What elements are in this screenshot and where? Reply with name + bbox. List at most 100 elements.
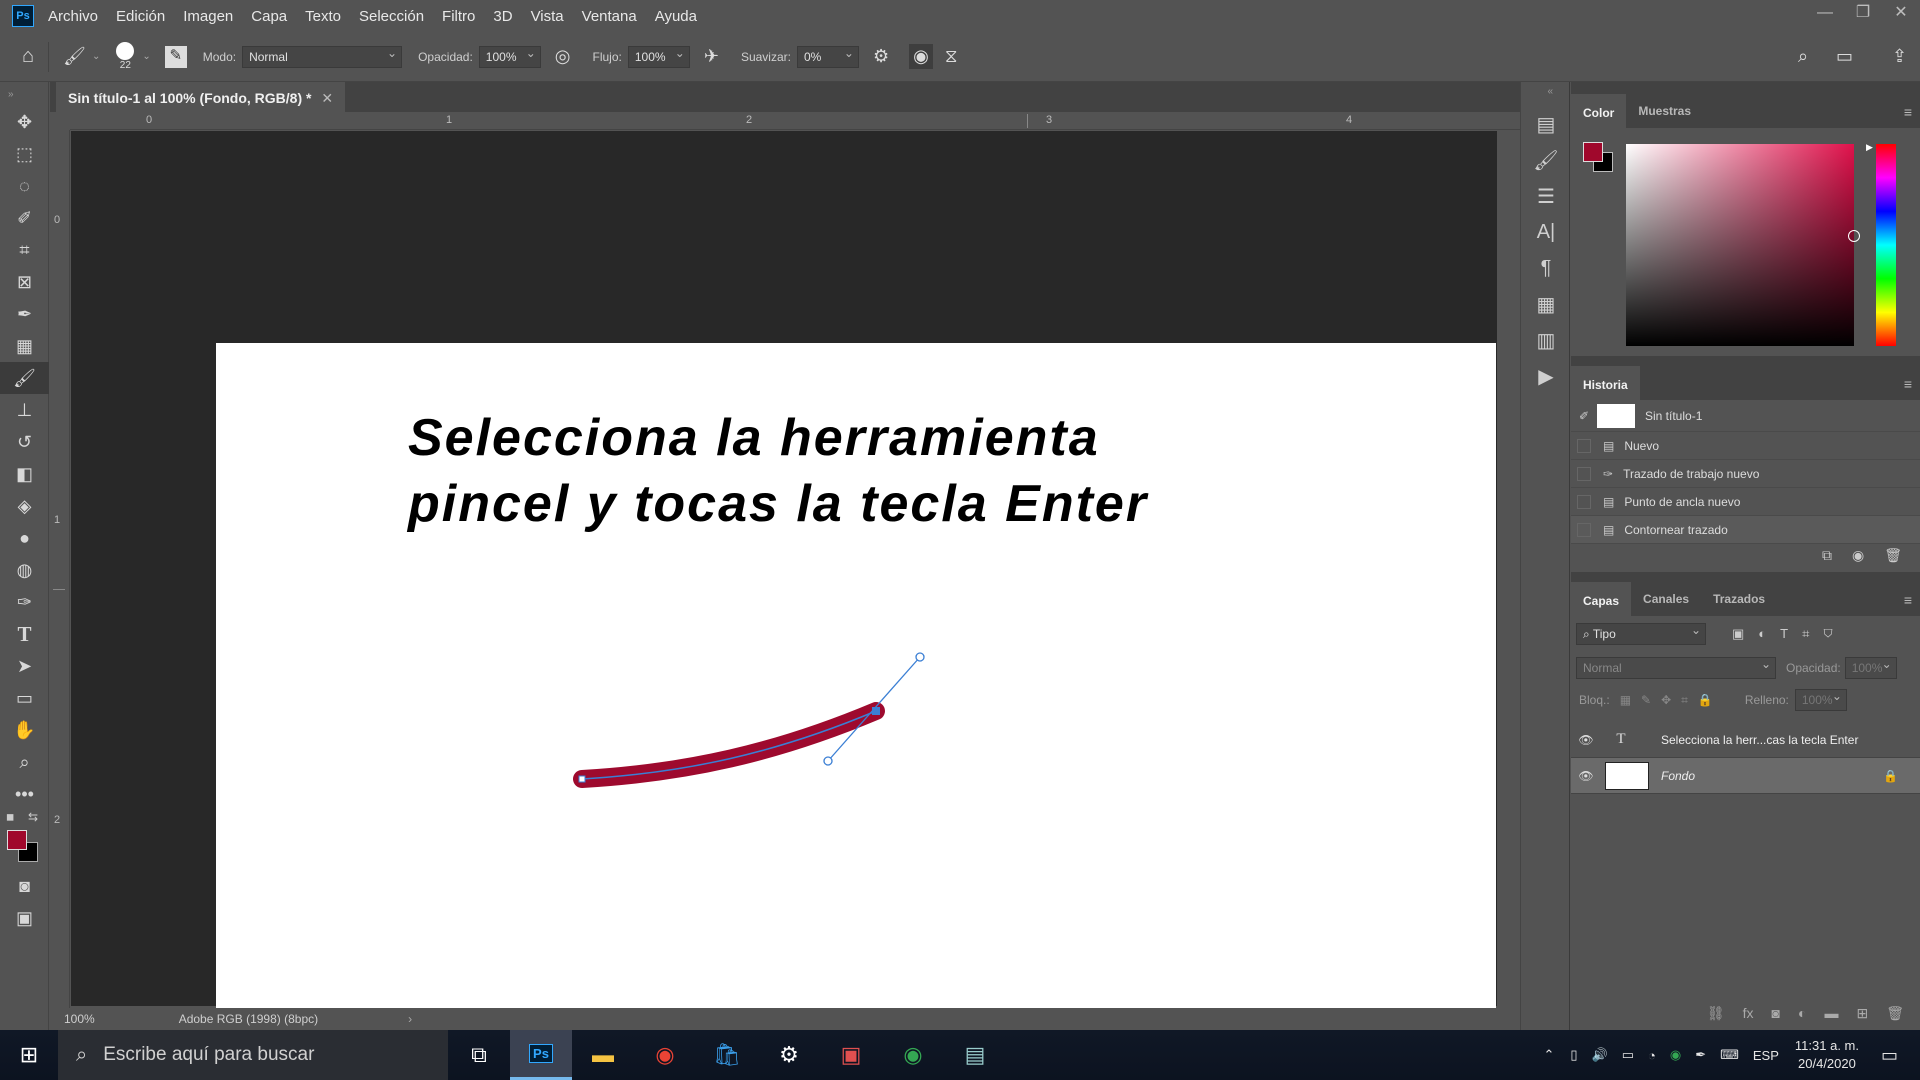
menu-ayuda[interactable]: Ayuda <box>655 8 697 25</box>
fx-icon[interactable]: fx <box>1743 1005 1754 1022</box>
quick-mask-icon[interactable]: ◙ <box>0 870 49 902</box>
panel-menu-icon[interactable]: ≡ <box>1904 376 1912 392</box>
adjustments-icon[interactable]: ☰ <box>1521 178 1571 214</box>
swap-colors-icon[interactable]: ⇆ <box>28 810 38 824</box>
clone-stamp-tool-icon[interactable]: ⊥ <box>0 394 49 426</box>
close-tab-icon[interactable]: ✕ <box>321 90 333 106</box>
chrome-icon[interactable]: ◉ <box>1670 1047 1681 1063</box>
chevron-down-icon[interactable]: ⌄ <box>142 51 150 62</box>
menu-capa[interactable]: Capa <box>251 8 287 25</box>
document-tab[interactable]: Sin título-1 al 100% (Fondo, RGB/8) * ✕ <box>56 82 346 112</box>
marquee-tool-icon[interactable]: ⬚ <box>0 138 49 170</box>
history-source-checkbox[interactable] <box>1577 466 1591 481</box>
path-selection-tool-icon[interactable]: ➤ <box>0 650 49 682</box>
language-indicator[interactable]: ESP <box>1753 1048 1779 1063</box>
history-brush-tool-icon[interactable]: ↺ <box>0 426 49 458</box>
lock-icon[interactable]: 🔒 <box>1883 769 1898 783</box>
layer-row[interactable]: 👁 T Selecciona la herr...cas la tecla En… <box>1571 722 1920 758</box>
default-colors-icon[interactable]: ◼ <box>6 812 14 823</box>
document-canvas[interactable]: Selecciona la herramienta pincel y tocas… <box>216 343 1496 1063</box>
trash-icon[interactable]: 🗑 <box>1884 547 1902 564</box>
notes-icon[interactable]: ▥ <box>1521 322 1571 358</box>
taskbar-search[interactable]: ⌕ Escribe aquí para buscar <box>58 1030 448 1080</box>
libraries-icon[interactable]: ▤ <box>1521 106 1571 142</box>
tab-color[interactable]: Color <box>1571 94 1627 128</box>
keyboard-icon[interactable]: ⌨ <box>1720 1047 1739 1063</box>
history-item[interactable]: ✑ Trazado de trabajo nuevo <box>1571 460 1920 488</box>
more-tools-icon[interactable]: ••• <box>0 778 49 810</box>
blend-mode-select[interactable]: Normal <box>1576 657 1776 679</box>
type-tool-icon[interactable]: T <box>0 618 49 650</box>
frame-tool-icon[interactable]: ⊠ <box>0 266 49 298</box>
hue-slider[interactable] <box>1876 144 1896 346</box>
layer-opacity-input[interactable]: 100% <box>1844 657 1897 679</box>
layer-name[interactable]: Selecciona la herr...cas la tecla Enter <box>1661 733 1858 747</box>
store-icon[interactable]: 🛍 <box>696 1030 758 1080</box>
layer-row[interactable]: 👁 Fondo 🔒 <box>1571 758 1920 794</box>
history-item[interactable]: ▤ Contornear trazado <box>1571 516 1920 544</box>
mask-icon[interactable]: ◙ <box>1772 1005 1780 1022</box>
color-field[interactable] <box>1626 144 1860 346</box>
notifications-icon[interactable]: ▭ <box>1881 1045 1898 1066</box>
history-snapshot[interactable]: ✐ Sin título-1 <box>1571 400 1920 432</box>
brush-tool-icon[interactable]: 🖌 <box>0 362 49 394</box>
file-explorer-icon[interactable]: ▬ <box>572 1030 634 1080</box>
chevron-down-icon[interactable]: ⌄ <box>92 51 100 62</box>
symmetry-icon[interactable]: ⧖ <box>945 46 958 67</box>
tab-capas[interactable]: Capas <box>1571 582 1632 616</box>
anchor-point[interactable] <box>872 707 880 715</box>
link-icon[interactable]: ⛓ <box>1707 1005 1725 1022</box>
dodge-tool-icon[interactable]: ◍ <box>0 554 49 586</box>
workspace-icon[interactable]: ▭ <box>1836 46 1853 67</box>
eye-icon[interactable]: 👁 <box>1571 769 1601 783</box>
menu-vista[interactable]: Vista <box>531 8 564 25</box>
anchor-point[interactable] <box>578 775 586 783</box>
history-brush-source-icon[interactable]: ✐ <box>1571 409 1597 423</box>
share-icon[interactable]: ⇪ <box>1892 46 1907 67</box>
new-document-from-state-icon[interactable]: ⧉ <box>1822 547 1832 564</box>
rectangle-tool-icon[interactable]: ▭ <box>0 682 49 714</box>
chevron-up-icon[interactable]: ⌃ <box>1543 1047 1554 1063</box>
zoom-tool-icon[interactable]: ⌕ <box>0 746 49 778</box>
eraser-tool-icon[interactable]: ◧ <box>0 458 49 490</box>
workspace[interactable]: Selecciona la herramienta pincel y tocas… <box>71 131 1497 1063</box>
search-icon[interactable]: ⌕ <box>1798 46 1808 67</box>
volume-icon[interactable]: 🔊 <box>1592 1047 1608 1063</box>
collapse-icon[interactable]: « <box>1521 82 1569 106</box>
actions-play-icon[interactable]: ▶ <box>1521 358 1571 394</box>
brush-preset-icon[interactable]: 🖌 <box>63 46 86 67</box>
chrome-icon[interactable]: ◉ <box>634 1030 696 1080</box>
minimize-icon[interactable]: — <box>1806 0 1844 28</box>
brush-size-picker[interactable]: 22 <box>116 42 135 71</box>
app-icon[interactable]: ▣ <box>820 1030 882 1080</box>
new-layer-icon[interactable]: ⊞ <box>1856 1005 1868 1022</box>
color-picker-cursor[interactable] <box>1848 230 1860 242</box>
blur-tool-icon[interactable]: ● <box>0 522 49 554</box>
menu-ventana[interactable]: Ventana <box>582 8 637 25</box>
adjustment-layer-icon[interactable]: ◐ <box>1798 1005 1806 1022</box>
menu-filtro[interactable]: Filtro <box>442 8 475 25</box>
layer-name[interactable]: Fondo <box>1661 769 1695 783</box>
tab-canales[interactable]: Canales <box>1631 592 1701 616</box>
menu-imagen[interactable]: Imagen <box>183 8 233 25</box>
close-icon[interactable]: ✕ <box>1882 0 1920 28</box>
smooth-input[interactable]: 0% <box>796 45 859 68</box>
home-icon[interactable]: ⌂ <box>22 45 34 68</box>
opacity-input[interactable]: 100% <box>478 45 541 68</box>
menu-seleccion[interactable]: Selección <box>359 8 424 25</box>
history-item[interactable]: ▤ Punto de ancla nuevo <box>1571 488 1920 516</box>
task-view-icon[interactable]: ⧉ <box>448 1030 510 1080</box>
eyedropper-tool-icon[interactable]: ✒ <box>0 298 49 330</box>
quick-selection-tool-icon[interactable]: ✐ <box>0 202 49 234</box>
direction-handle[interactable] <box>823 756 833 766</box>
tablet-icon[interactable]: ▯ <box>1570 1047 1577 1063</box>
pressure-size-icon[interactable]: ◉ <box>909 44 933 69</box>
flow-input[interactable]: 100% <box>627 45 690 68</box>
tab-historia[interactable]: Historia <box>1571 366 1640 400</box>
tab-trazados[interactable]: Trazados <box>1701 592 1777 616</box>
foreground-color-swatch[interactable] <box>1583 142 1603 162</box>
direction-handle[interactable] <box>915 652 925 662</box>
trash-icon[interactable]: 🗑 <box>1886 1005 1904 1022</box>
hue-slider-handle-icon[interactable]: ▶ <box>1866 142 1873 153</box>
properties-icon[interactable]: ▦ <box>1521 286 1571 322</box>
